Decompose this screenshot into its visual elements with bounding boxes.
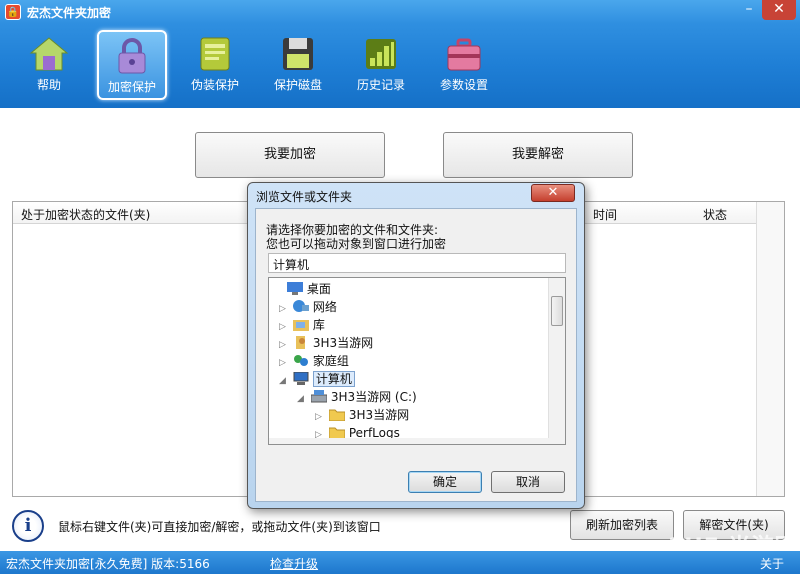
title-bar: 🔒 宏杰文件夹加密 – ✕	[0, 0, 800, 24]
tree-scroll-thumb[interactable]	[551, 296, 563, 326]
tree-item-computer[interactable]: ◢ 计算机	[279, 370, 355, 388]
tool-help-label: 帮助	[36, 78, 61, 92]
tool-disguise-protect-label: 伪装保护	[190, 78, 239, 92]
tree-item-desktop[interactable]: 桌面	[273, 280, 331, 298]
close-button[interactable]: ✕	[762, 0, 796, 20]
column-status[interactable]: 状态	[703, 206, 727, 223]
folder-icon	[328, 409, 345, 421]
ok-button[interactable]: 确定	[408, 471, 482, 493]
homegroup-icon	[293, 355, 308, 366]
tree-item-folder[interactable]: ▷ 3H3当游网	[315, 406, 409, 424]
dialog-close-button[interactable]: ✕	[531, 184, 575, 202]
dialog-prompt-line1: 请选择你要加密的文件和文件夹:	[266, 223, 439, 237]
tree-item-drive-c[interactable]: ◢ 3H3当游网 (C:)	[297, 388, 417, 406]
tool-encrypt-protect[interactable]: 加密保护	[97, 30, 167, 100]
folder-tree[interactable]: 桌面 ▷ 网络 ▷ 库 ▷ 3H3当游网 ▷ 家庭组 ◢ 计算机 ◢ 3H3当游…	[268, 277, 566, 445]
tree-item-library[interactable]: ▷ 库	[279, 316, 325, 334]
check-update-link[interactable]: 检查升级	[270, 555, 318, 572]
decrypt-button[interactable]: 我要解密	[443, 132, 633, 178]
window-title: 宏杰文件夹加密	[27, 6, 112, 20]
computer-icon	[293, 372, 309, 385]
browse-dialog: 浏览文件或文件夹 ✕ 请选择你要加密的文件和文件夹: 您也可以拖动对象到窗口进行…	[247, 182, 585, 509]
status-bar: 宏杰文件夹加密[永久免费] 版本:5166 检查升级 关于	[0, 551, 800, 574]
library-icon	[292, 320, 309, 331]
info-icon: i	[12, 510, 44, 542]
tool-protect-disk[interactable]: 保护磁盘	[263, 30, 333, 100]
tree-item-network[interactable]: ▷ 网络	[279, 298, 337, 316]
tree-item-user-folder[interactable]: ▷ 3H3当游网	[279, 334, 373, 352]
dialog-prompt-line2: 您也可以拖动对象到窗口进行加密	[266, 237, 447, 251]
selected-path-field[interactable]: 计算机	[268, 253, 566, 273]
tool-settings[interactable]: 参数设置	[429, 30, 499, 100]
tree-horizontal-scrollbar[interactable]	[269, 438, 549, 444]
refresh-list-button[interactable]: 刷新加密列表	[570, 510, 674, 540]
lock-icon	[118, 38, 146, 74]
network-icon	[292, 300, 309, 312]
user-folder-icon	[295, 336, 305, 349]
home-icon	[29, 37, 69, 71]
top-toolbar: 🔒 宏杰文件夹加密 – ✕ 帮助 加密保护 伪装保护 保护磁盘 历史记录 参数设…	[0, 0, 800, 108]
hint-text: 鼠标右键文件(夹)可直接加密/解密，或拖动文件(夹)到该窗口	[58, 520, 381, 534]
drive-icon	[310, 390, 327, 403]
tree-scrollbar[interactable]	[548, 278, 565, 444]
toolbox-icon	[447, 38, 481, 71]
dialog-title: 浏览文件或文件夹	[256, 190, 353, 204]
tool-help[interactable]: 帮助	[14, 30, 84, 100]
tool-settings-label: 参数设置	[439, 78, 488, 92]
dialog-body: 请选择你要加密的文件和文件夹: 您也可以拖动对象到窗口进行加密 计算机 桌面 ▷…	[255, 208, 577, 502]
tool-history[interactable]: 历史记录	[346, 30, 416, 100]
column-time[interactable]: 时间	[593, 206, 617, 223]
bar-chart-icon	[366, 39, 396, 69]
tool-encrypt-protect-label: 加密保护	[107, 80, 156, 94]
tool-disguise-protect[interactable]: 伪装保护	[180, 30, 250, 100]
floppy-disk-icon	[283, 38, 313, 70]
desktop-icon	[286, 282, 303, 295]
encrypt-button[interactable]: 我要加密	[195, 132, 385, 178]
list-scrollbar[interactable]	[756, 202, 784, 496]
app-lock-icon: 🔒	[5, 4, 21, 20]
dialog-prompt: 请选择你要加密的文件和文件夹: 您也可以拖动对象到窗口进行加密	[266, 223, 446, 251]
tool-protect-disk-label: 保护磁盘	[273, 78, 322, 92]
cancel-button[interactable]: 取消	[491, 471, 565, 493]
tool-history-label: 历史记录	[356, 78, 405, 92]
version-text: 宏杰文件夹加密[永久免费] 版本:5166	[6, 557, 210, 571]
notebook-icon	[200, 37, 230, 71]
minimize-button[interactable]: –	[738, 0, 760, 20]
tree-item-homegroup[interactable]: ▷ 家庭组	[279, 352, 349, 370]
column-file[interactable]: 处于加密状态的文件(夹)	[21, 206, 150, 223]
about-link[interactable]: 关于	[760, 555, 784, 572]
